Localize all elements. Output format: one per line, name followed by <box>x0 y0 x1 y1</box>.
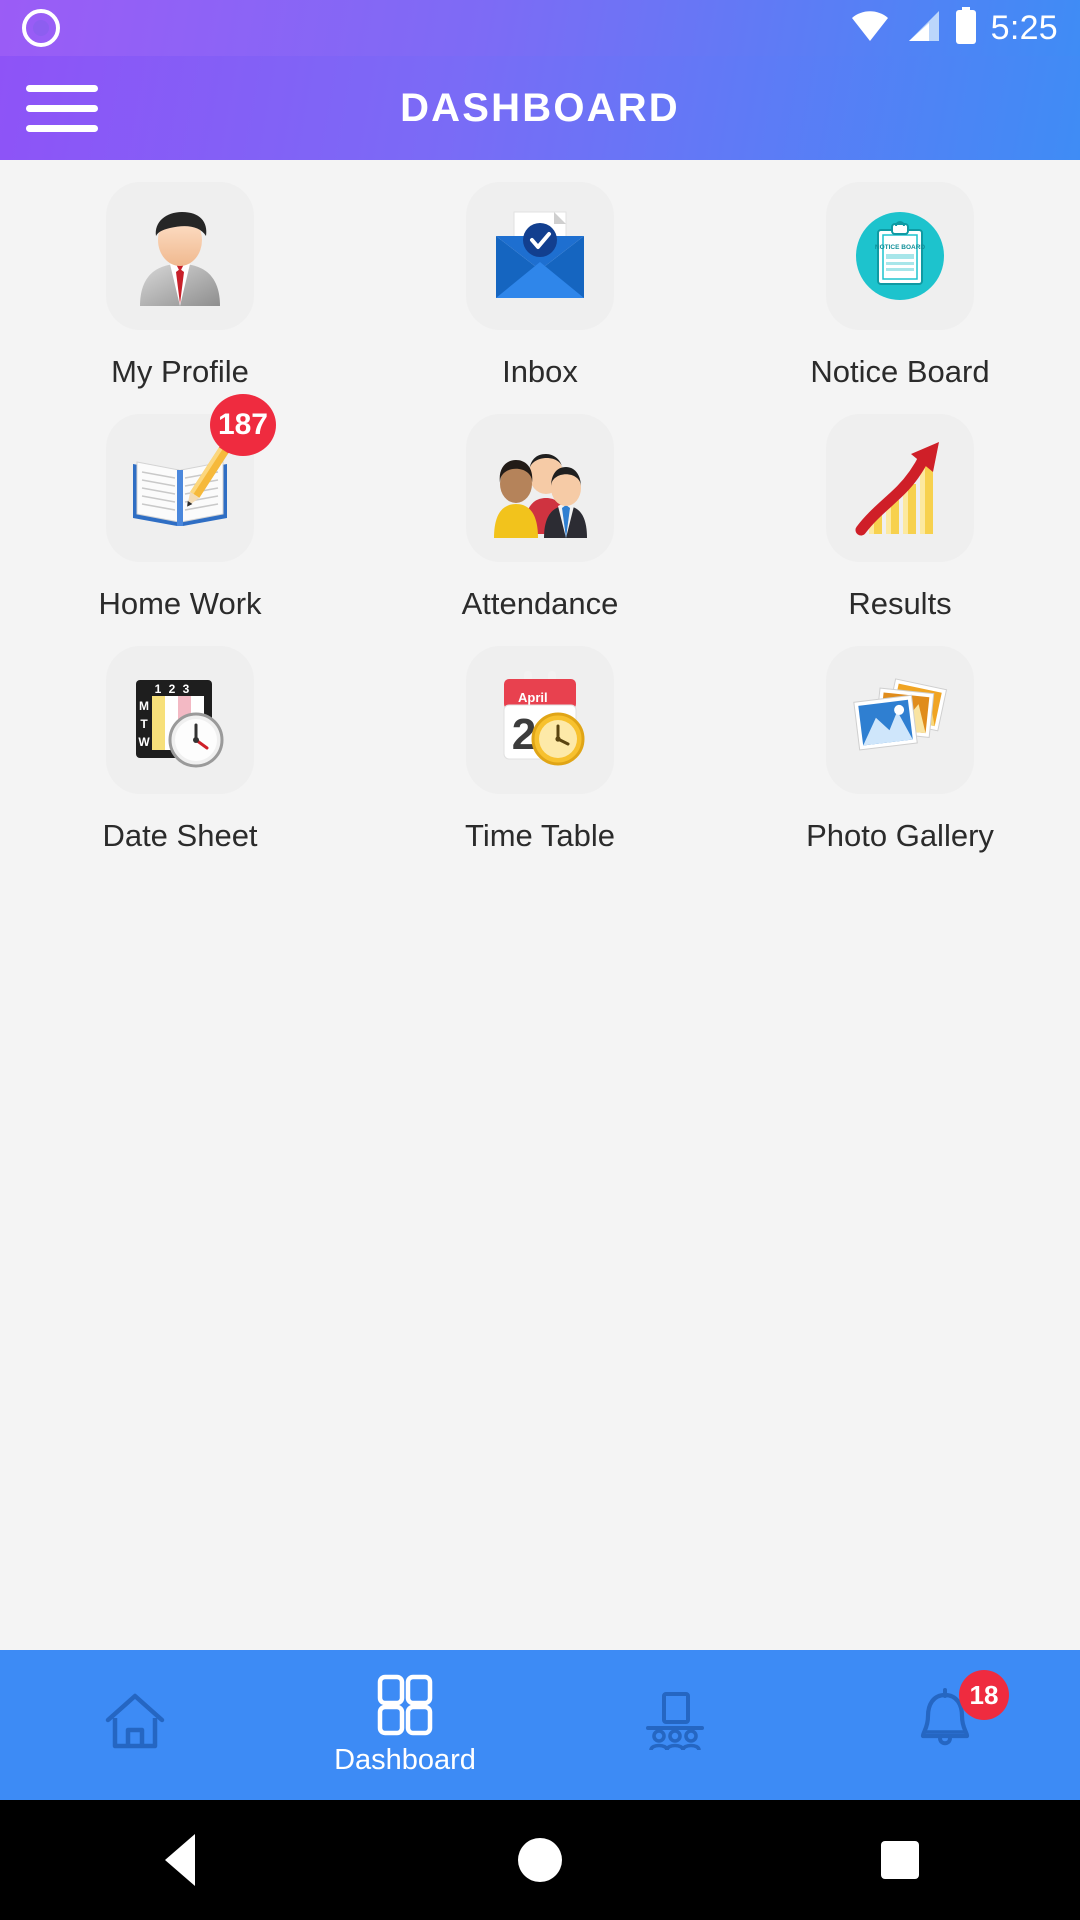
nav-item-dashboard[interactable]: Dashboard <box>270 1650 540 1800</box>
calendar-clock-icon: April 2 <box>503 671 585 766</box>
app-bar: DASHBOARD <box>0 56 1080 160</box>
svg-text:2: 2 <box>169 682 176 696</box>
svg-text:T: T <box>140 717 148 731</box>
grid-item-results[interactable]: Results <box>720 414 1080 622</box>
grid-item-label: My Profile <box>111 354 249 389</box>
grid-item-notice-board[interactable]: NOTICE BOARD Notice Board <box>720 182 1080 390</box>
grid-item-label: Photo Gallery <box>806 818 994 853</box>
grid-item-label: Time Table <box>465 818 615 853</box>
grid-item-label: Date Sheet <box>102 818 258 853</box>
cellular-signal-icon <box>903 9 941 48</box>
grid-item-label: Results <box>848 586 952 621</box>
notice-board-icon-text: NOTICE BOARD <box>875 244 926 251</box>
status-bar-left <box>22 9 60 47</box>
grid-item-photo-gallery[interactable]: Photo Gallery <box>720 646 1080 854</box>
tile-attendance[interactable] <box>466 414 614 562</box>
grid-item-label: Notice Board <box>810 354 990 389</box>
grid-icon <box>377 1674 433 1735</box>
photo-stack-icon <box>853 678 948 751</box>
android-system-nav <box>0 1800 1080 1920</box>
grid-item-label: Attendance <box>461 586 619 621</box>
tile-results[interactable] <box>826 414 974 562</box>
page-title: DASHBOARD <box>400 85 680 130</box>
home-work-badge: 187 <box>209 394 276 456</box>
wifi-icon <box>850 9 890 48</box>
grid-item-attendance[interactable]: Attendance <box>360 414 720 622</box>
businessman-avatar-icon <box>140 212 220 306</box>
svg-text:3: 3 <box>183 682 190 696</box>
open-book-pencil-icon <box>133 443 231 526</box>
bottom-navigation-bar: Dashboard 18 <box>0 1650 1080 1800</box>
phone-screen: 5:25 DASHBOARD My Profile Inbox NOTICE B… <box>0 0 1080 1920</box>
clipboard-notice-board-icon: NOTICE BOARD <box>856 212 944 300</box>
battery-icon <box>954 6 978 50</box>
time-table-month-text: April <box>518 690 548 705</box>
svg-text:1: 1 <box>155 682 162 696</box>
schedule-clock-icon: 1 2 3 M T W <box>136 680 224 768</box>
dashboard-grid: My Profile Inbox NOTICE BOARD Notice Boa… <box>0 160 1080 878</box>
tile-home-work[interactable]: 187 <box>106 394 276 562</box>
tile-time-table[interactable]: April 2 <box>466 646 614 794</box>
nav-item-label: Dashboard <box>334 1743 476 1776</box>
nav-item-home[interactable] <box>0 1650 270 1800</box>
bar-chart-arrow-icon <box>855 442 939 536</box>
status-bar-right: 5:25 <box>850 6 1058 50</box>
grid-item-home-work[interactable]: 187 Home Work <box>0 394 360 622</box>
notifications-badge: 18 <box>959 1670 1009 1720</box>
nav-item-classroom[interactable] <box>540 1650 810 1800</box>
home-circle-icon[interactable] <box>480 1800 600 1920</box>
envelope-check-icon <box>496 211 584 298</box>
grid-item-inbox[interactable]: Inbox <box>360 182 720 390</box>
nav-item-notifications[interactable]: 18 <box>810 1650 1080 1800</box>
people-group-icon <box>494 454 587 538</box>
tile-date-sheet[interactable]: 1 2 3 M T W <box>106 646 254 794</box>
record-indicator-icon <box>22 9 60 47</box>
grid-item-date-sheet[interactable]: 1 2 3 M T W Date Sheet <box>0 646 360 854</box>
grid-item-label: Home Work <box>98 586 262 621</box>
grid-item-my-profile[interactable]: My Profile <box>0 182 360 390</box>
svg-text:M: M <box>139 699 149 713</box>
svg-text:W: W <box>138 735 150 749</box>
status-bar-clock: 5:25 <box>990 8 1058 47</box>
tile-photo-gallery[interactable] <box>826 646 974 794</box>
tile-inbox[interactable] <box>466 182 614 330</box>
tile-my-profile[interactable] <box>106 182 254 330</box>
home-icon <box>105 1693 165 1749</box>
tile-notice-board[interactable]: NOTICE BOARD <box>826 182 974 330</box>
grid-item-label: Inbox <box>502 354 578 389</box>
grid-item-time-table[interactable]: April 2 Time Table <box>360 646 720 854</box>
recents-square-icon[interactable] <box>840 1800 960 1920</box>
dashboard-content: My Profile Inbox NOTICE BOARD Notice Boa… <box>0 160 1080 1650</box>
classroom-icon <box>646 1692 704 1751</box>
back-triangle-icon[interactable] <box>120 1800 240 1920</box>
status-bar: 5:25 <box>0 0 1080 56</box>
